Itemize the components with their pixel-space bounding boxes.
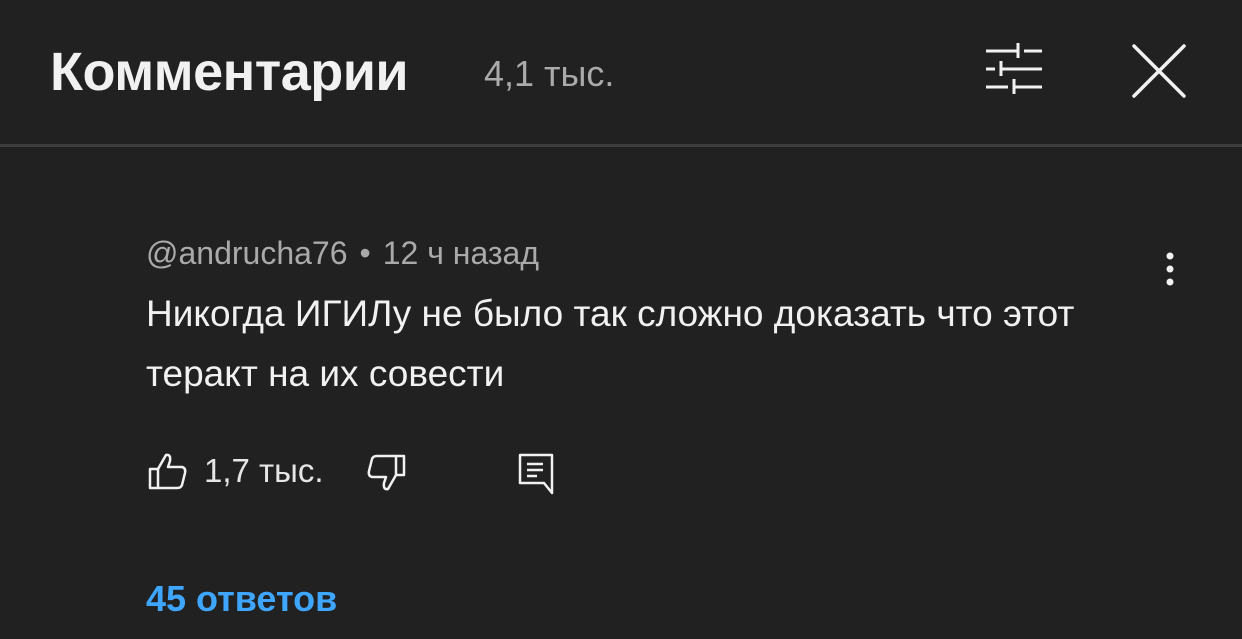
thumb-down-icon (367, 454, 406, 491)
close-icon (1132, 44, 1186, 98)
like-count: 1,7 тыс. (204, 452, 324, 489)
like-button[interactable] (146, 449, 190, 493)
sliders-icon (986, 43, 1042, 94)
thumb-up-icon (148, 453, 187, 490)
reply-button[interactable] (514, 449, 558, 497)
comment-meta: @andrucha76 • 12 ч назад (146, 233, 539, 273)
comments-title: Комментарии (50, 42, 409, 102)
comment-item: @andrucha76 • 12 ч назад Никогда ИГИЛу не … (0, 147, 1242, 639)
comments-count: 4,1 тыс. (484, 53, 615, 94)
reply-icon (518, 453, 554, 495)
comment-text: Никогда ИГИЛу не было так сложно доказат… (146, 293, 1075, 394)
comment-author[interactable]: @andrucha76 (146, 235, 348, 271)
sort-filter-button[interactable] (978, 38, 1050, 102)
dislike-button[interactable] (364, 451, 408, 495)
comment-actions: 1,7 тыс. (146, 447, 746, 495)
comments-header: Комментарии 4,1 тыс. (0, 0, 1242, 144)
close-button[interactable] (1124, 36, 1194, 106)
replies-link[interactable]: 45 ответов (146, 577, 337, 621)
comment-time: 12 ч назад (382, 235, 540, 271)
meta-separator: • (359, 235, 371, 271)
